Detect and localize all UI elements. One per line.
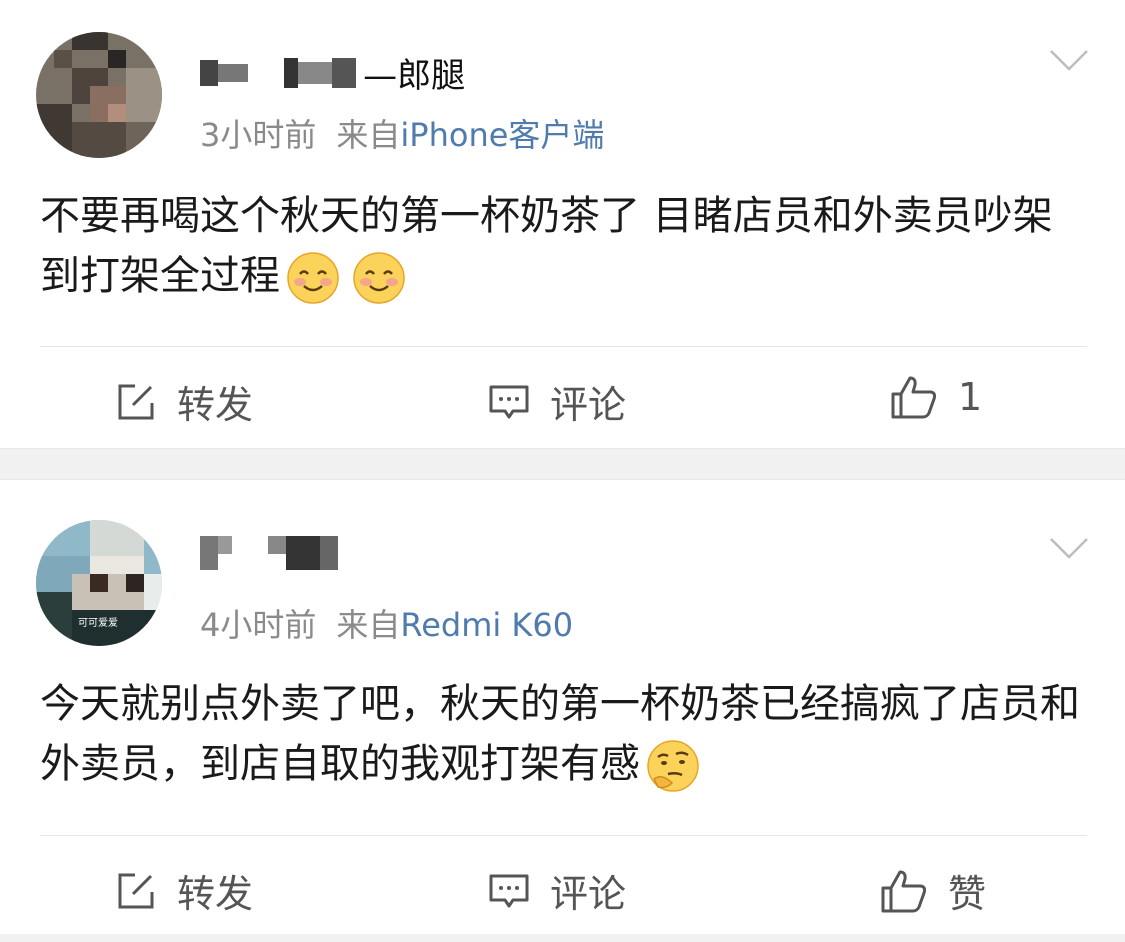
post-card-1: —郎腿 3小时前 来自iPhone客户端 不要再喝这个秋天的第一杯奶茶了 目睹店员… xyxy=(0,0,1125,448)
post-time: 3小时前 xyxy=(200,116,317,154)
repost-label: 转发 xyxy=(177,383,254,427)
comment-button[interactable]: 评论 xyxy=(488,374,626,429)
post-body: 今天就别点外卖了吧，秋天的第一杯奶茶已经搞疯了店员和外卖员，到店自取的我观打架有… xyxy=(40,681,1080,787)
comment-label: 评论 xyxy=(550,383,627,427)
source-link[interactable]: iPhone客户端 xyxy=(400,116,604,154)
feed-separator xyxy=(0,934,1125,942)
repost-button[interactable]: 转发 xyxy=(115,374,253,429)
post-card-2: 可可爱爱 4小时前 来自Redmi K60 今天就别点外卖了吧，秋天的第一杯奶茶已… xyxy=(0,480,1125,942)
repost-button[interactable]: 转发 xyxy=(115,863,253,918)
source-link[interactable]: Redmi K60 xyxy=(400,606,573,644)
divider xyxy=(40,835,1087,836)
via-label: 来自 xyxy=(336,606,401,644)
post-text[interactable]: 今天就别点外卖了吧，秋天的第一杯奶茶已经搞疯了店员和外卖员，到店自取的我观打架有… xyxy=(40,674,1090,794)
username-visible-part: —郎腿 xyxy=(363,56,466,96)
repost-label: 转发 xyxy=(177,872,254,916)
post-meta: 3小时前 来自iPhone客户端 xyxy=(200,110,604,156)
edit-share-icon xyxy=(118,384,154,419)
via-label: 来自 xyxy=(336,116,401,154)
like-label: 赞 xyxy=(948,872,987,916)
post-text[interactable]: 不要再喝这个秋天的第一杯奶茶了 目睹店员和外卖员吵架到打架全过程 xyxy=(40,186,1090,306)
comment-button[interactable]: 评论 xyxy=(488,863,626,918)
feed-separator xyxy=(0,448,1125,480)
thinking-emoji-icon xyxy=(647,740,699,792)
post-body: 不要再喝这个秋天的第一杯奶茶了 目睹店员和外卖员吵架到打架全过程 xyxy=(40,193,1053,299)
smile-emoji-icon xyxy=(353,252,405,304)
like-count: 1 xyxy=(958,375,983,419)
post-meta: 4小时前 来自Redmi K60 xyxy=(200,600,573,646)
username-blurred[interactable] xyxy=(200,536,338,576)
thumbs-up-icon xyxy=(891,376,937,419)
chevron-down-icon[interactable] xyxy=(1049,48,1089,72)
comment-icon xyxy=(489,874,529,907)
thumbs-up-icon xyxy=(881,870,927,912)
avatar[interactable]: 可可爱爱 xyxy=(36,520,162,646)
avatar-caption: 可可爱爱 xyxy=(78,618,118,629)
chevron-down-icon[interactable] xyxy=(1049,536,1089,560)
username-blurred[interactable]: —郎腿 xyxy=(200,48,465,96)
post-time: 4小时前 xyxy=(200,606,317,644)
edit-share-icon xyxy=(118,873,154,908)
comment-icon xyxy=(489,385,529,418)
avatar[interactable] xyxy=(36,32,162,158)
comment-label: 评论 xyxy=(550,872,627,916)
smile-emoji-icon xyxy=(287,252,339,304)
divider xyxy=(40,346,1087,347)
like-button[interactable]: 赞 xyxy=(880,863,986,918)
like-button[interactable]: 1 xyxy=(890,374,982,420)
